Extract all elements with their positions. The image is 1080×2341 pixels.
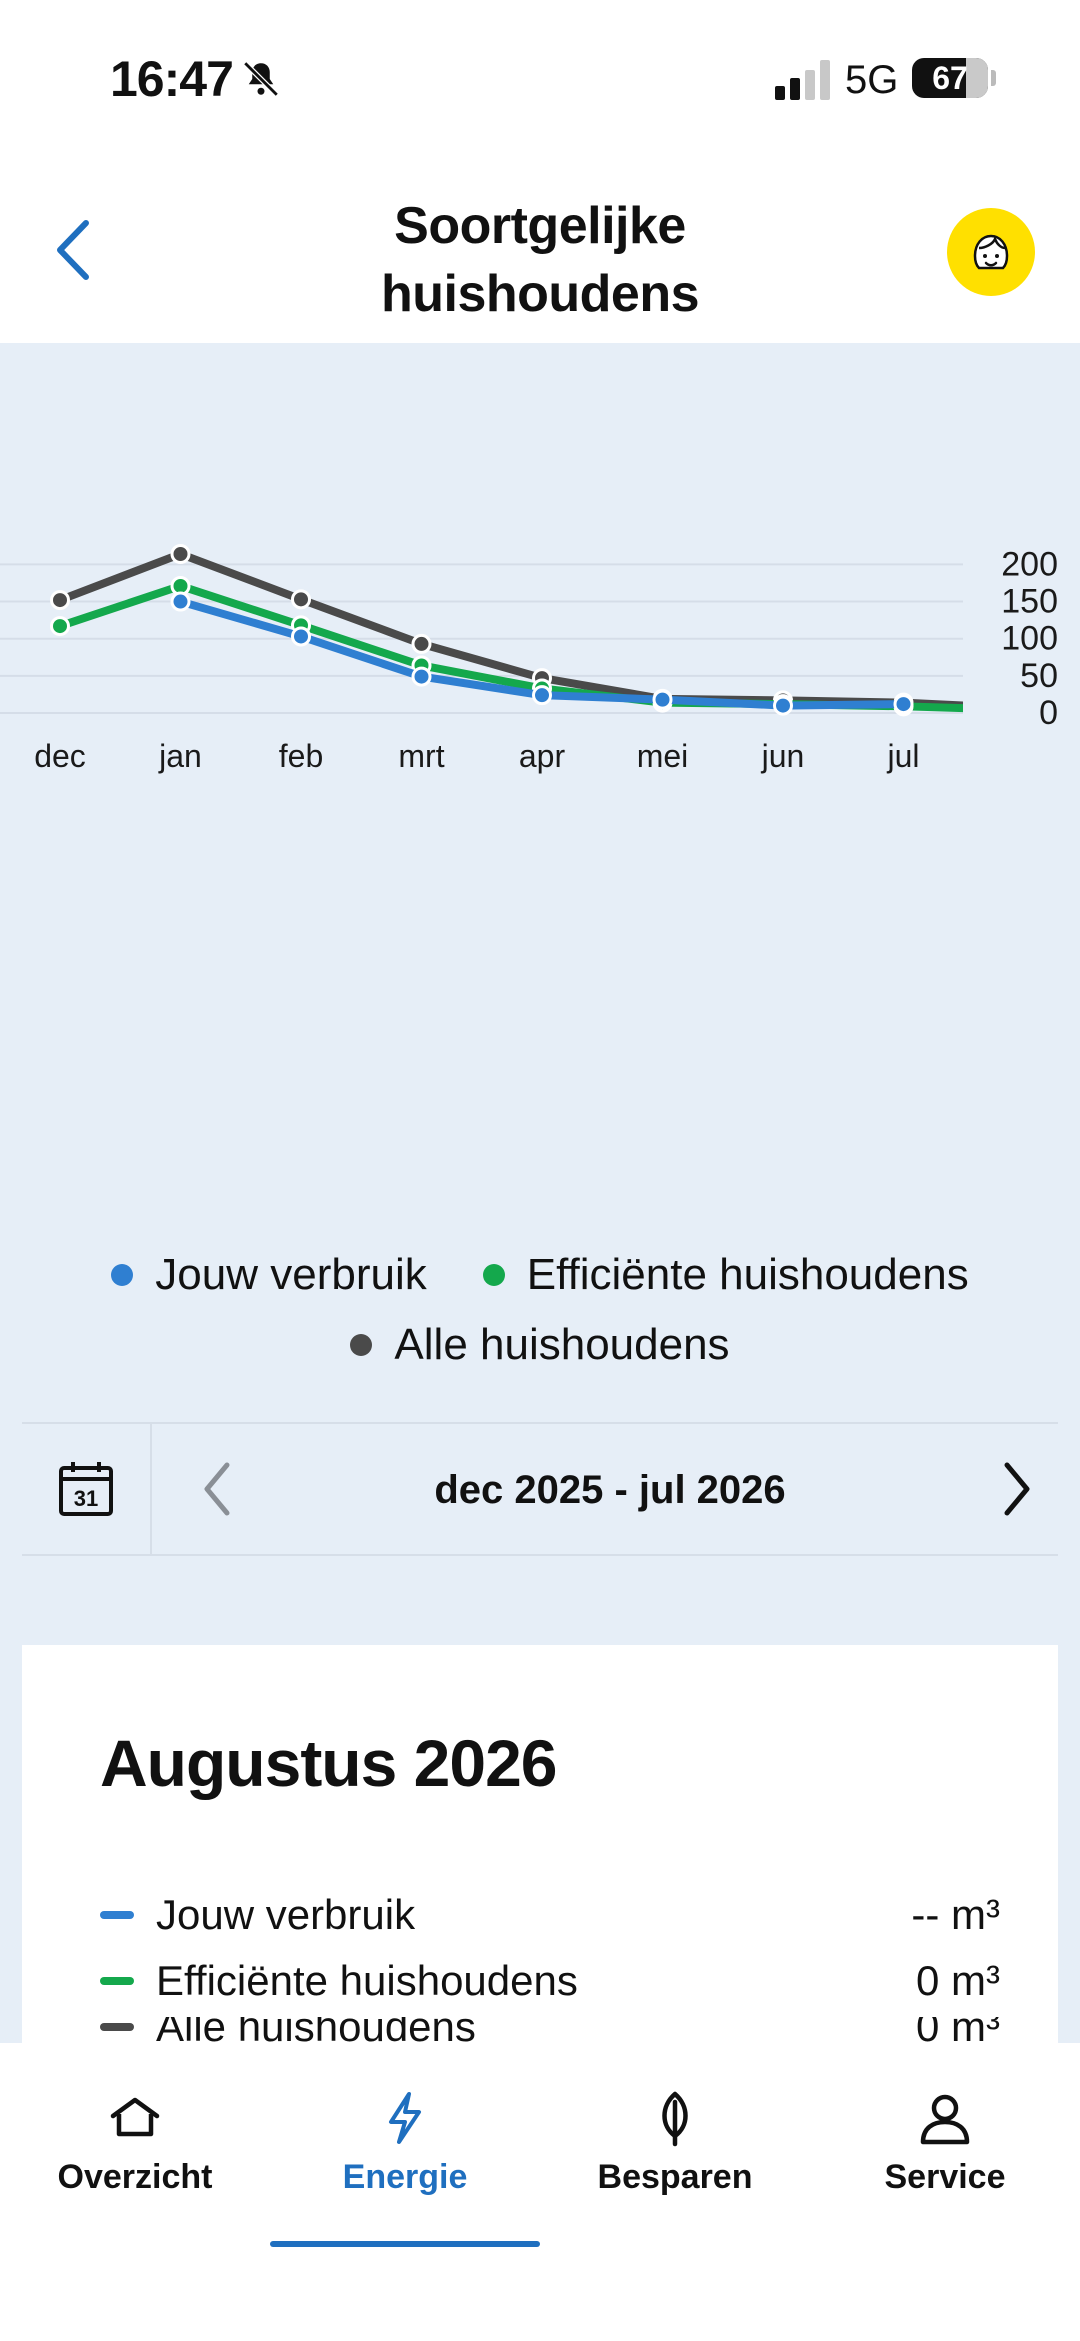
tab-overzicht[interactable]: Overzicht bbox=[0, 2043, 270, 2303]
data-point-alle-huishoudens bbox=[291, 589, 311, 610]
legend-label-efficient: Efficiënte huishoudens bbox=[526, 1250, 969, 1299]
card-bar-all bbox=[100, 2023, 134, 2031]
card-row-label: Alle huishoudens bbox=[156, 2017, 476, 2043]
data-point-jouw-verbruik bbox=[291, 626, 311, 647]
card-title: Augustus 2026 bbox=[100, 1726, 557, 1800]
data-point-jouw-verbruik bbox=[170, 591, 191, 612]
card-row-all: Alle huishoudens 0 m³ bbox=[100, 2017, 1000, 2043]
lightning-icon bbox=[389, 2092, 421, 2144]
battery-icon: 67 bbox=[912, 58, 988, 98]
header: Soortgelijke huishoudens bbox=[0, 150, 1080, 343]
data-point-jouw-verbruik bbox=[652, 689, 673, 710]
card-row-label: Efficiënte huishoudens bbox=[156, 1957, 578, 2004]
svg-text:31: 31 bbox=[74, 1486, 98, 1511]
face-icon bbox=[973, 234, 1009, 270]
card-row-value: 0 m³ bbox=[916, 1957, 1000, 2004]
data-point-alle-huishoudens bbox=[170, 543, 191, 564]
tab-energie[interactable]: Energie bbox=[270, 2043, 540, 2303]
next-period-button[interactable] bbox=[982, 1454, 1052, 1524]
legend-dot-all bbox=[350, 1334, 373, 1356]
card-bar-yours bbox=[100, 1911, 134, 1919]
legend-label-all: Alle huishoudens bbox=[394, 1320, 730, 1369]
bottom-navigation: Overzicht Energie Besparen Service bbox=[0, 2043, 1080, 2341]
y-tick-label: 50 bbox=[1020, 657, 1058, 695]
user-icon bbox=[920, 2094, 970, 2145]
legend-label-yours: Jouw verbruik bbox=[155, 1250, 427, 1299]
x-tick-label: apr bbox=[519, 738, 566, 774]
tab-label: Energie bbox=[342, 2158, 468, 2196]
card-bar-efficient bbox=[100, 1977, 134, 1985]
tab-label: Besparen bbox=[597, 2158, 753, 2196]
tab-label: Service bbox=[884, 2158, 1006, 2196]
legend-item-yours: Jouw verbruik bbox=[111, 1250, 427, 1300]
leaf-icon bbox=[662, 2091, 688, 2147]
usage-line-chart: 050100150200 dec jan feb mrt apr mei jun jul bbox=[0, 543, 1058, 774]
avatar[interactable] bbox=[947, 208, 1035, 296]
card-row-efficient: Efficiënte huishoudens 0 m³ bbox=[100, 1951, 1000, 2011]
legend-dot-yours bbox=[111, 1264, 134, 1286]
x-tick-label: feb bbox=[279, 738, 323, 774]
network-label: 5G bbox=[845, 58, 899, 102]
chevron-right-icon bbox=[1004, 1462, 1030, 1516]
period-selector: 31 dec 2025 - jul 2026 bbox=[22, 1422, 1058, 1556]
x-tick-label: jul bbox=[886, 738, 919, 774]
data-point-effici-nte-huishoudens bbox=[50, 616, 70, 637]
chart-legend: Jouw verbruik Efficiënte huishoudens All… bbox=[0, 1240, 1080, 1380]
legend-dot-efficient bbox=[482, 1264, 505, 1286]
x-tick-label: jan bbox=[158, 738, 202, 774]
data-point-jouw-verbruik bbox=[893, 694, 914, 715]
tab-besparen[interactable]: Besparen bbox=[540, 2043, 810, 2303]
y-tick-label: 100 bbox=[1001, 620, 1058, 658]
tab-service[interactable]: Service bbox=[810, 2043, 1080, 2303]
home-icon bbox=[110, 2097, 160, 2137]
x-tick-label: mrt bbox=[398, 738, 444, 774]
signal-icon bbox=[775, 60, 830, 100]
data-point-jouw-verbruik bbox=[411, 666, 432, 687]
back-chevron-icon[interactable] bbox=[50, 215, 94, 285]
x-tick-label: dec bbox=[34, 738, 86, 774]
data-point-jouw-verbruik bbox=[773, 695, 793, 716]
month-detail-card: Augustus 2026 Jouw verbruik -- m³ Effici… bbox=[22, 1645, 1058, 2045]
calendar-button[interactable]: 31 bbox=[22, 1424, 152, 1554]
previous-period-button[interactable] bbox=[182, 1454, 252, 1524]
page-title-line1: Soortgelijke bbox=[394, 197, 686, 255]
y-tick-label: 0 bbox=[1039, 694, 1058, 732]
period-label: dec 2025 - jul 2026 bbox=[434, 1468, 786, 1512]
active-tab-indicator bbox=[270, 2241, 540, 2247]
chevron-left-icon bbox=[204, 1462, 230, 1516]
status-time: 16:47 bbox=[110, 51, 234, 107]
battery-percent: 67 bbox=[932, 60, 968, 96]
status-bar: 16:47 5G 67 bbox=[0, 0, 1080, 150]
data-point-alle-huishoudens bbox=[411, 633, 432, 654]
card-row-value: 0 m³ bbox=[916, 2017, 1000, 2043]
y-tick-label: 200 bbox=[1001, 545, 1058, 583]
y-tick-label: 150 bbox=[1001, 583, 1058, 621]
legend-item-efficient: Efficiënte huishoudens bbox=[482, 1250, 969, 1300]
tab-label: Overzicht bbox=[57, 2158, 213, 2196]
page-title-line2: huishoudens bbox=[380, 265, 700, 323]
card-row-label: Jouw verbruik bbox=[156, 1891, 416, 1938]
page-title: Soortgelijke huishoudens bbox=[240, 192, 840, 328]
x-tick-label: jun bbox=[761, 738, 805, 774]
legend-item-all: Alle huishoudens bbox=[350, 1320, 730, 1370]
x-tick-label: mei bbox=[637, 738, 689, 774]
card-row-yours: Jouw verbruik -- m³ bbox=[100, 1885, 1000, 1945]
card-row-value: -- m³ bbox=[911, 1891, 1000, 1938]
bell-muted-icon bbox=[243, 61, 279, 97]
calendar-icon: 31 bbox=[59, 1462, 113, 1516]
data-point-alle-huishoudens bbox=[50, 590, 70, 611]
data-point-jouw-verbruik bbox=[532, 685, 552, 706]
